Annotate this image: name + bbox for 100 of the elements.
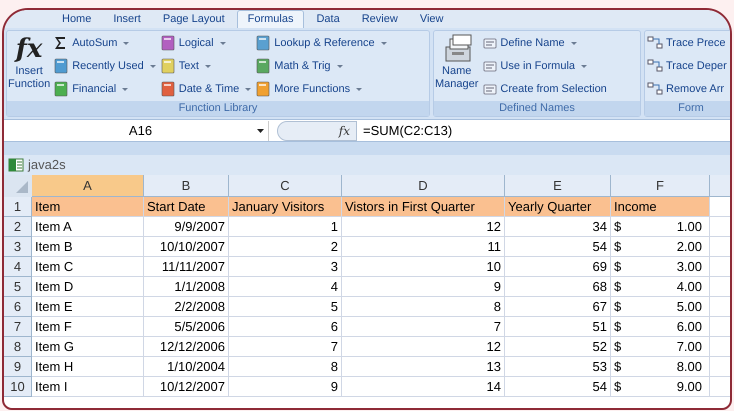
row-header[interactable]: 9 <box>4 357 32 377</box>
ribbon-tab[interactable]: View <box>410 10 454 28</box>
amount-text: 7.00 <box>676 338 703 356</box>
table-cell: 68 <box>505 277 611 297</box>
name-box[interactable]: A16 <box>4 120 269 140</box>
ribbon-button[interactable]: Text <box>160 56 252 76</box>
ribbon-tab[interactable]: Formulas <box>236 10 304 28</box>
table-cell: 12 <box>342 217 505 237</box>
amount-text: 9.00 <box>676 378 703 396</box>
caret-icon <box>204 64 211 68</box>
row-header[interactable]: 5 <box>4 277 32 297</box>
table-cell: 3 <box>229 257 342 277</box>
table-cell: 6 <box>229 317 342 337</box>
table-cell: 4 <box>229 277 342 297</box>
column-header[interactable]: F <box>611 175 710 197</box>
arrows-icon <box>647 35 663 51</box>
large-button[interactable]: fx Insert Function <box>7 33 52 91</box>
table-cell: Item I <box>32 377 144 397</box>
ribbon-button[interactable]: Define Name <box>481 33 607 53</box>
amount-text: 4.00 <box>676 278 703 296</box>
table-cell: 1/1/2008 <box>144 277 229 297</box>
table-cell: Item E <box>32 297 144 317</box>
currency-symbol: $ <box>614 338 622 356</box>
row-header[interactable]: 3 <box>4 237 32 257</box>
row-header[interactable]: 10 <box>4 377 32 397</box>
ribbon-button[interactable]: Math & Trig <box>255 56 387 76</box>
amount-text: 5.00 <box>676 298 703 316</box>
large-button[interactable]: Name Manager <box>434 33 480 91</box>
ribbon-button[interactable]: Lookup & Reference <box>255 33 387 53</box>
caret-icon <box>380 42 387 44</box>
caret-icon <box>570 42 577 44</box>
table-cell: 7 <box>342 317 505 337</box>
column-header[interactable] <box>710 175 730 197</box>
row-header[interactable]: 6 <box>4 297 32 317</box>
arrows-icon <box>647 81 663 97</box>
column-header[interactable]: B <box>144 175 229 197</box>
caret-icon <box>150 64 156 68</box>
caret-icon <box>123 42 130 44</box>
column-header[interactable]: E <box>505 175 611 197</box>
row-header[interactable]: 8 <box>4 337 32 357</box>
table-cell: Item D <box>32 277 144 297</box>
ribbon-button[interactable]: Recently Used <box>53 56 156 76</box>
book-icon <box>160 58 176 74</box>
ribbon-button[interactable]: Use in Formula <box>481 56 607 76</box>
book-icon <box>53 81 70 97</box>
table-cell: 11/11/2007 <box>144 257 229 277</box>
ribbon-button[interactable]: AutoSum <box>53 33 156 53</box>
ribbon-button[interactable]: Date & Time <box>160 79 252 99</box>
table-cell: 13 <box>342 357 505 377</box>
row-header[interactable]: 7 <box>4 317 32 337</box>
column-header[interactable]: A <box>32 175 144 197</box>
ribbon-tab[interactable]: Home <box>52 10 102 28</box>
ribbon-tab[interactable]: Insert <box>103 10 151 28</box>
caret-icon <box>122 88 128 90</box>
table-cell: 12/12/2006 <box>144 337 229 357</box>
table-cell: 8 <box>229 357 342 377</box>
table-cell: Item <box>32 197 144 217</box>
ribbon-button[interactable]: Trace Prece <box>647 33 727 53</box>
book-icon <box>160 35 176 51</box>
table-cell: 11 <box>342 237 505 257</box>
ribbon-button[interactable]: Financial <box>53 79 156 99</box>
arrows-icon <box>647 58 663 74</box>
caret-icon <box>581 64 587 68</box>
table-cell: 69 <box>505 257 611 277</box>
row-header[interactable]: 1 <box>4 197 32 217</box>
table-cell: 2 <box>229 237 342 257</box>
table-cell: Item B <box>32 237 144 257</box>
table-cell: Item H <box>32 357 144 377</box>
currency-symbol: $ <box>614 258 622 276</box>
ribbon-button[interactable]: More Functions <box>255 79 387 99</box>
table-cell: 10/10/2007 <box>144 237 229 257</box>
table-cell: 9 <box>229 377 342 397</box>
ribbon-tab[interactable]: Page Layout <box>152 10 235 28</box>
ribbon-button[interactable]: Remove Arr <box>647 79 727 99</box>
book-icon <box>160 81 176 97</box>
table-cell: 54 <box>505 377 611 397</box>
ribbon-tab[interactable]: Data <box>306 10 350 28</box>
formula-text[interactable]: =SUM(C2:C13) <box>363 120 452 140</box>
table-cell: Item A <box>32 217 144 237</box>
table-cell: 54 <box>505 237 611 257</box>
ribbon-button[interactable]: Trace Deper <box>647 56 727 76</box>
column-header[interactable]: C <box>229 175 342 197</box>
table-cell: 1 <box>229 217 342 237</box>
caret-icon <box>257 128 264 132</box>
currency-symbol: $ <box>614 298 622 316</box>
function-icon: fx <box>16 33 42 65</box>
ribbon-button[interactable]: Logical <box>160 33 252 53</box>
table-cell: 67 <box>505 297 611 317</box>
ribbon-tab[interactable]: Review <box>352 10 408 28</box>
function-icon[interactable]: fx <box>338 122 350 140</box>
column-header[interactable]: D <box>342 175 505 197</box>
currency-symbol: $ <box>614 358 622 376</box>
table-cell: Start Date <box>144 197 229 217</box>
table-cell: 51 <box>505 317 611 337</box>
currency-symbol: $ <box>614 378 622 396</box>
table-cell: 10/12/2007 <box>144 377 229 397</box>
ribbon-button[interactable]: Create from Selection <box>481 79 607 99</box>
table-cell: 8 <box>342 297 505 317</box>
row-header[interactable]: 2 <box>4 217 32 237</box>
row-header[interactable]: 4 <box>4 257 32 277</box>
